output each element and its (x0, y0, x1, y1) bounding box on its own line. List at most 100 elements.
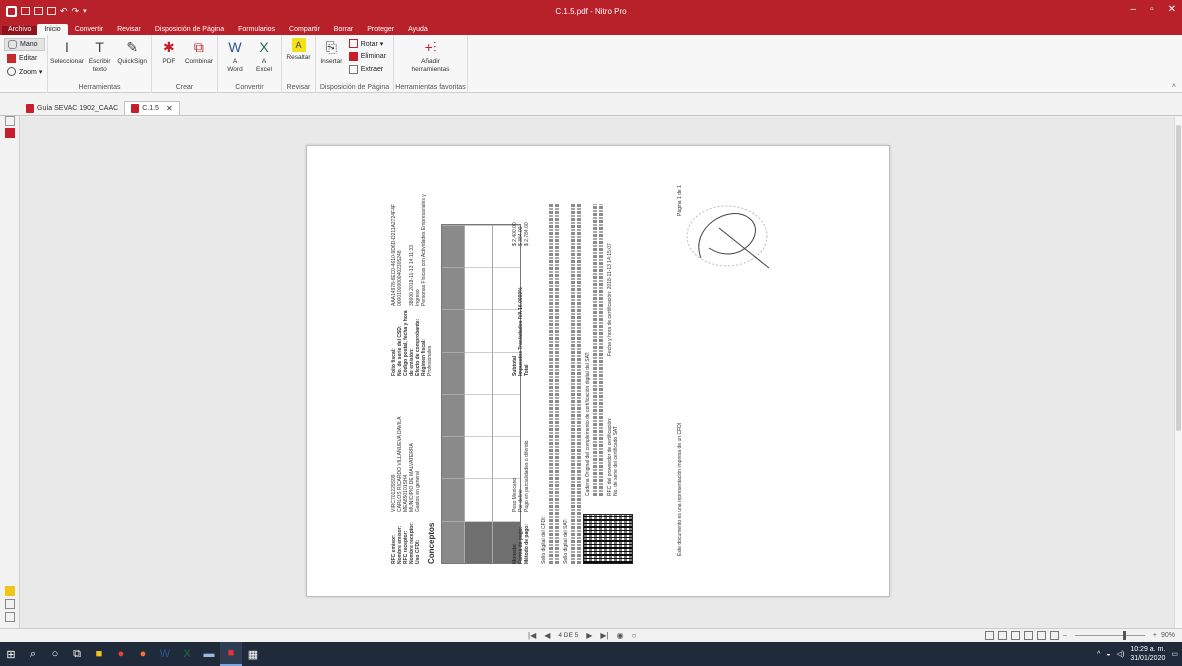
task-view-icon[interactable]: ⧉ (66, 642, 88, 666)
zoom-in-button[interactable]: + (1153, 632, 1157, 639)
insert-button[interactable]: ⎘ Insertar (320, 38, 343, 66)
save-icon[interactable] (34, 7, 43, 15)
minimize-button[interactable]: – (1131, 4, 1137, 15)
tab-compartir[interactable]: Compartir (282, 26, 327, 35)
single-page-view-icon[interactable] (985, 631, 994, 640)
hand-icon (8, 40, 17, 49)
quick-access-toolbar: ↶ ↷ ▾ (0, 5, 87, 17)
combine-button[interactable]: ⧉ Combinar (185, 38, 213, 66)
output-icon[interactable] (5, 599, 15, 609)
word-app-icon[interactable]: W (154, 642, 176, 666)
undo-icon[interactable]: ↶ (60, 6, 68, 17)
back-view-icon[interactable]: ◉ (617, 631, 624, 640)
open-icon[interactable] (21, 7, 30, 15)
calculator-icon[interactable]: ▦ (242, 642, 264, 666)
excel-icon: X (259, 39, 269, 55)
tab-proteger[interactable]: Proteger (360, 26, 401, 35)
fiscal-row: Régimen fiscal:Personas Físicas con Acti… (421, 194, 433, 376)
show-hidden-icons[interactable]: ^ (1097, 651, 1100, 658)
page-indicator[interactable]: 4 DE 5 (558, 632, 578, 639)
system-tray: ^ ◒ ◁) 10:29 a. m. 31/01/2020 ▭ (1097, 642, 1178, 666)
prev-page-button[interactable]: ◀ (544, 631, 550, 640)
sello-sat-value (577, 204, 581, 564)
redo-icon[interactable]: ↷ (72, 6, 80, 17)
clock[interactable]: 10:29 a. m. 31/01/2020 (1130, 645, 1165, 663)
group-favoritas: +⫶ Añadir herramientas Herramientas favori… (394, 35, 468, 93)
sello-sat-label: Sello digital del SAT: (563, 518, 569, 564)
tab-ayuda[interactable]: Ayuda (401, 26, 435, 35)
ribbon: Mano Editar Zoom ▾ I Seleccionar T Escribi… (0, 35, 1182, 93)
facing-continuous-icon[interactable] (1024, 631, 1033, 640)
extract-button[interactable]: Extraer (346, 64, 389, 75)
emisor-row: Uso CFDI:Gastos en general (415, 471, 421, 564)
cortana-icon[interactable]: ○ (44, 642, 66, 666)
quicksign-button[interactable]: ✎ QuickSign (117, 38, 147, 66)
select-button[interactable]: I Seleccionar (50, 38, 84, 66)
edit-tool-button[interactable]: Editar (4, 53, 45, 64)
fit-width-icon[interactable] (1037, 631, 1046, 640)
network-icon[interactable]: ◒ (1106, 651, 1110, 658)
print-icon[interactable] (47, 7, 56, 15)
bookmarks-icon[interactable] (5, 116, 15, 126)
first-page-button[interactable]: |◀ (528, 631, 536, 640)
vertical-scrollbar[interactable] (1174, 117, 1182, 628)
app-icon[interactable]: ▬ (198, 642, 220, 666)
conceptos-heading: Conceptos (427, 522, 436, 564)
close-button[interactable]: ✕ (1168, 4, 1176, 15)
delete-button[interactable]: Eliminar (346, 51, 389, 62)
group-disposicion: ⎘ Insertar Rotar ▾ Eliminar Extraer Dispo… (316, 35, 394, 93)
tab-convertir[interactable]: Convertir (68, 26, 110, 35)
search-icon[interactable]: ⌕ (22, 642, 44, 666)
pdf-icon (131, 104, 140, 113)
add-tools-icon: +⫶ (424, 39, 437, 55)
tab-disposicion[interactable]: Disposición de Página (148, 26, 231, 35)
next-page-button[interactable]: ▶ (586, 631, 592, 640)
type-text-button[interactable]: T Escribir texto (85, 38, 114, 74)
nitro-app-icon[interactable]: ■ (220, 642, 242, 666)
firefox-icon[interactable]: ● (132, 642, 154, 666)
facing-view-icon[interactable] (1011, 631, 1020, 640)
zoom-slider-knob[interactable] (1122, 631, 1126, 640)
to-word-button[interactable]: W A Word (222, 38, 248, 74)
group-revisar: A Resaltar Revisar (282, 35, 316, 93)
properties-icon[interactable] (5, 612, 15, 622)
start-button[interactable]: ⊞ (0, 642, 22, 666)
chrome-icon[interactable]: ● (110, 642, 132, 666)
highlight-button[interactable]: A Resaltar (286, 38, 311, 62)
tab-borrar[interactable]: Borrar (327, 26, 360, 35)
add-tools-button[interactable]: +⫶ Añadir herramientas (398, 38, 463, 74)
fit-page-icon[interactable] (1050, 631, 1059, 640)
rotate-button[interactable]: Rotar ▾ (346, 38, 389, 49)
hand-tool-button[interactable]: Mano (4, 38, 46, 51)
zoom-slider[interactable] (1074, 631, 1145, 640)
zoom-out-button[interactable]: – (1063, 632, 1067, 639)
zoom-button[interactable]: Zoom ▾ (4, 66, 45, 77)
create-pdf-button[interactable]: ✱ PDF (156, 38, 182, 66)
maximize-button[interactable]: ▫ (1150, 4, 1154, 15)
excel-app-icon[interactable]: X (176, 642, 198, 666)
tab-archivo[interactable]: Archivo (2, 26, 38, 35)
pen-icon: ✎ (126, 39, 139, 55)
customize-icon[interactable]: ▾ (83, 7, 87, 15)
tab-revisar[interactable]: Revisar (110, 26, 148, 35)
pdf-page: RFC emisor:VIRC701229S99 Nombre emisor:C… (306, 145, 890, 597)
tab-formularios[interactable]: Formularios (231, 26, 282, 35)
doc-tab-guia[interactable]: Guía SEVAC 1902_CAAC (20, 101, 124, 115)
last-page-button[interactable]: ▶| (600, 631, 608, 640)
collapse-ribbon-icon[interactable]: ˄ (1172, 83, 1176, 90)
doc-tab-c15[interactable]: C.1.5 ✕ (124, 101, 180, 115)
rotate-icon (348, 39, 358, 48)
close-tab-button[interactable]: ✕ (166, 104, 173, 113)
forward-view-icon[interactable]: ○ (632, 631, 637, 640)
continuous-view-icon[interactable] (998, 631, 1007, 640)
file-explorer-icon[interactable]: ■ (88, 642, 110, 666)
scroll-thumb[interactable] (1176, 125, 1181, 431)
tab-inicio[interactable]: Inicio (37, 24, 68, 35)
attachments-icon[interactable] (5, 128, 15, 138)
comments-icon[interactable] (5, 586, 15, 596)
volume-icon[interactable]: ◁) (1117, 650, 1125, 658)
fiscal-row: Código postal, fecha y hora de emisión:3… (403, 245, 415, 376)
sello-cfdi-value (555, 204, 559, 564)
to-excel-button[interactable]: X A Excel (251, 38, 277, 74)
notifications-icon[interactable]: ▭ (1171, 650, 1178, 658)
